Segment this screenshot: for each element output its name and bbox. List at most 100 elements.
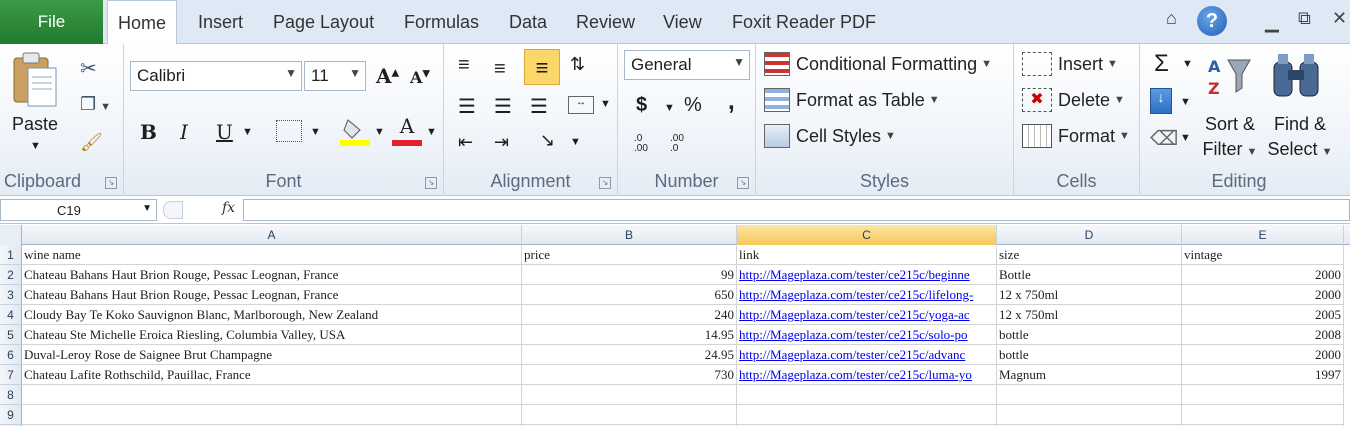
cell-d[interactable]: bottle (997, 345, 1182, 365)
cell-c[interactable]: http://Mageplaza.com/tester/ce215c/yoga-… (737, 305, 997, 325)
font-color-dropdown-icon[interactable]: ▼ (426, 126, 437, 138)
decrease-indent-icon[interactable]: ⇤ (458, 132, 473, 153)
cell-e[interactable]: 2005 (1182, 305, 1344, 325)
align-bottom-icon[interactable]: ≡ (524, 49, 560, 85)
bold-button[interactable]: B (140, 120, 157, 144)
borders-dropdown-icon[interactable]: ▼ (310, 126, 321, 138)
copy-icon[interactable]: ❐ ▼ (80, 94, 111, 115)
cell-c[interactable] (737, 405, 997, 425)
fill-color-icon[interactable] (340, 116, 370, 146)
help-icon[interactable]: ? (1197, 6, 1227, 36)
row-header[interactable]: 2 (0, 265, 22, 285)
sort-filter-button[interactable]: Sort & Filter ▼ (1200, 112, 1260, 165)
row-header[interactable]: 9 (0, 405, 22, 425)
formula-bar-resize-handle[interactable] (163, 201, 183, 219)
font-launcher-icon[interactable]: ↘ (425, 177, 437, 189)
cell-a[interactable]: Chateau Bahans Haut Brion Rouge, Pessac … (22, 265, 522, 285)
merge-dropdown-icon[interactable]: ▼ (600, 98, 611, 110)
font-size-select[interactable]: 11 ▼ (304, 61, 366, 91)
name-box[interactable]: C19 ▼ (0, 199, 157, 221)
underline-button[interactable]: U (216, 120, 233, 144)
cell-e[interactable] (1182, 405, 1344, 425)
alignment-launcher-icon[interactable]: ↘ (599, 177, 611, 189)
conditional-formatting-button[interactable]: Conditional Formatting ▼ (764, 52, 992, 76)
find-select-button[interactable]: Find & Select ▼ (1266, 112, 1334, 165)
window-close-icon[interactable]: ✕ (1332, 8, 1347, 29)
cell-e[interactable]: 2000 (1182, 265, 1344, 285)
tab-foxit-reader-pdf[interactable]: Foxit Reader PDF (732, 0, 876, 44)
cell-a[interactable]: Chateau Ste Michelle Eroica Riesling, Co… (22, 325, 522, 345)
paste-dropdown-icon[interactable]: ▼ (30, 140, 41, 152)
cell-d[interactable]: Magnum (997, 365, 1182, 385)
cell-b[interactable]: 650 (522, 285, 737, 305)
currency-button[interactable]: $ (636, 94, 647, 117)
cell-c[interactable]: http://Mageplaza.com/tester/ce215c/solo-… (737, 325, 997, 345)
tab-view[interactable]: View (663, 0, 702, 44)
cell-e[interactable]: 2000 (1182, 345, 1344, 365)
cut-icon[interactable]: ✂ (80, 56, 97, 81)
header-cell-c[interactable]: link (737, 245, 997, 265)
align-right-icon[interactable]: ☰ (530, 94, 548, 119)
orientation-icon[interactable]: ⇅ (570, 54, 585, 75)
cell-b[interactable]: 730 (522, 365, 737, 385)
percent-button[interactable]: % (684, 94, 702, 117)
align-center-icon[interactable]: ☰ (494, 94, 512, 119)
window-minimize-icon[interactable]: ▁ (1265, 12, 1279, 33)
cell-a[interactable] (22, 405, 522, 425)
fill-color-dropdown-icon[interactable]: ▼ (374, 126, 385, 138)
sort-filter-icon[interactable]: AZ (1206, 54, 1252, 100)
underline-dropdown-icon[interactable]: ▼ (242, 126, 253, 138)
wrap-text-icon[interactable]: ↘ (540, 130, 555, 151)
header-cell-e[interactable]: vintage (1182, 245, 1344, 265)
comma-button[interactable]: , (728, 88, 735, 116)
borders-icon[interactable] (276, 120, 302, 142)
decrease-decimal-button[interactable]: .00 .0 (670, 134, 684, 154)
tab-page-layout[interactable]: Page Layout (273, 0, 374, 44)
cell-c[interactable]: http://Mageplaza.com/tester/ce215c/advan… (737, 345, 997, 365)
column-header-c[interactable]: C (737, 225, 997, 245)
format-cells-button[interactable]: Format ▼ (1022, 124, 1130, 148)
fill-dropdown-icon[interactable]: ▼ (1180, 96, 1191, 108)
autosum-button[interactable]: Σ (1154, 50, 1169, 78)
cell-c[interactable]: http://Mageplaza.com/tester/ce215c/lifel… (737, 285, 997, 305)
cell-a[interactable]: Chateau Lafite Rothschild, Pauillac, Fra… (22, 365, 522, 385)
number-format-select[interactable]: General ▼ (624, 50, 750, 80)
cell-b[interactable]: 14.95 (522, 325, 737, 345)
header-cell-d[interactable]: size (997, 245, 1182, 265)
italic-button[interactable]: I (180, 120, 188, 144)
header-cell-b[interactable]: price (522, 245, 737, 265)
insert-cells-button[interactable]: Insert ▼ (1022, 52, 1118, 76)
window-restore-icon[interactable]: ⧉ (1298, 8, 1311, 29)
cell-d[interactable]: 12 x 750ml (997, 305, 1182, 325)
cell-b[interactable]: 24.95 (522, 345, 737, 365)
fill-icon[interactable]: ↓ (1150, 88, 1172, 114)
font-color-icon[interactable]: A (392, 114, 422, 146)
column-header-a[interactable]: A (22, 225, 522, 245)
grow-font-button[interactable]: A▲ (376, 64, 399, 88)
row-header[interactable]: 7 (0, 365, 22, 385)
shrink-font-button[interactable]: A▼ (410, 68, 430, 87)
row-header[interactable]: 6 (0, 345, 22, 365)
cell-styles-button[interactable]: Cell Styles ▼ (764, 124, 896, 148)
clear-dropdown-icon[interactable]: ▼ (1180, 132, 1191, 144)
column-header-d[interactable]: D (997, 225, 1182, 245)
currency-dropdown-icon[interactable]: ▼ (664, 102, 675, 114)
row-header[interactable]: 3 (0, 285, 22, 305)
cell-b[interactable]: 99 (522, 265, 737, 285)
cell-a[interactable] (22, 385, 522, 405)
paste-icon[interactable] (10, 50, 60, 110)
cell-d[interactable]: bottle (997, 325, 1182, 345)
cell-a[interactable]: Duval-Leroy Rose de Saignee Brut Champag… (22, 345, 522, 365)
cell-e[interactable]: 1997 (1182, 365, 1344, 385)
tab-home[interactable]: Home (107, 0, 178, 45)
format-painter-icon[interactable]: 🖌 (80, 132, 103, 153)
name-box-dropdown-icon[interactable]: ▼ (142, 203, 152, 214)
cell-c[interactable]: http://Mageplaza.com/tester/ce215c/begin… (737, 265, 997, 285)
minimize-ribbon-icon[interactable]: ⌂ (1166, 8, 1177, 29)
clear-icon[interactable]: ⌫ (1150, 126, 1178, 151)
number-launcher-icon[interactable]: ↘ (737, 177, 749, 189)
cell-b[interactable] (522, 405, 737, 425)
select-all-corner[interactable] (0, 225, 22, 245)
insert-function-button[interactable]: fx (222, 200, 235, 216)
cell-d[interactable] (997, 385, 1182, 405)
